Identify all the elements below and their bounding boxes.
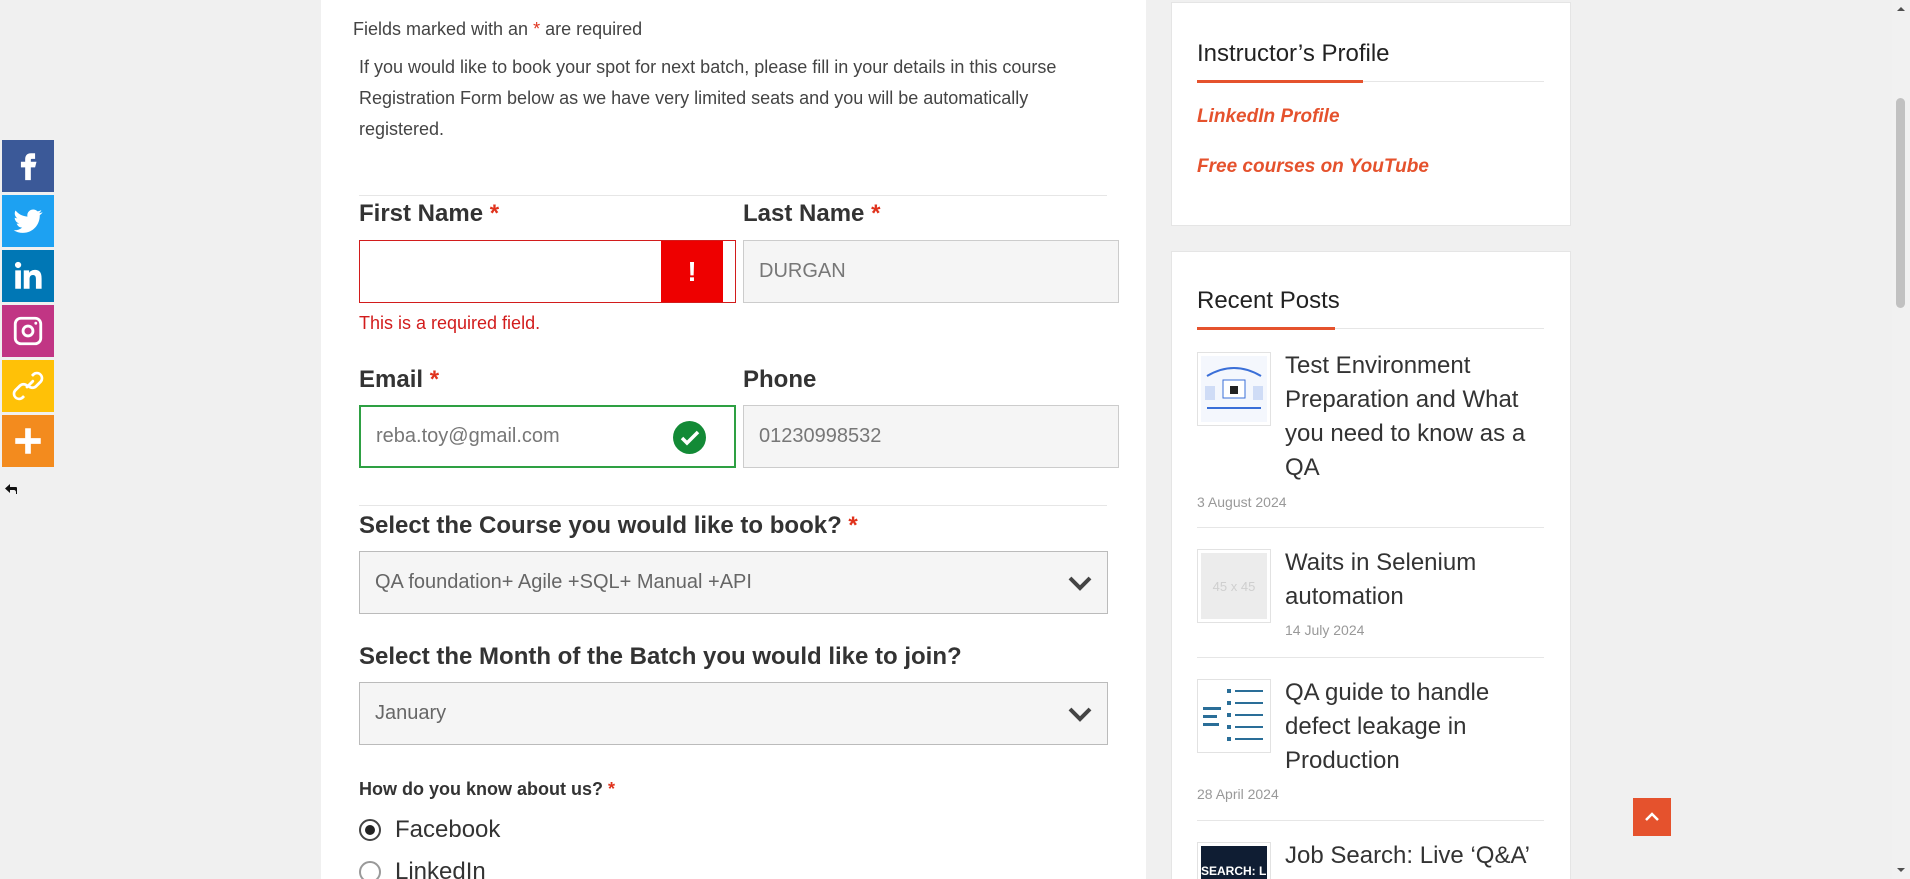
linkedin-icon [14,261,42,289]
first-name-input[interactable]: ! [359,240,736,303]
registration-form-panel: Fields marked with an * are required If … [321,0,1146,879]
facebook-icon [20,153,37,181]
last-name-value: DURGAN [759,260,846,282]
required-star: * [608,779,616,799]
last-name-input[interactable]: DURGAN [743,240,1119,303]
first-name-error-message: This is a required field. [359,313,541,333]
month-label-text: Select the Month of the Batch you would … [359,643,962,670]
post-title-link[interactable]: Test Environment Preparation and What yo… [1285,349,1545,485]
first-name-label-text: First Name [359,200,484,227]
radio-button-checked[interactable] [359,819,381,841]
scroll-up-arrow-icon[interactable] [1896,4,1906,14]
course-label: Select the Course you would like to book… [359,512,858,540]
phone-label: Phone [743,366,816,394]
widget-title: Recent Posts [1197,287,1340,314]
course-select[interactable]: QA foundation+ Agile +SQL+ Manual +API [359,551,1108,614]
error-icon: ! [661,241,723,302]
title-accent [1197,80,1363,83]
plus-icon [15,428,41,454]
required-star: * [871,200,881,227]
hand-pointer-icon [5,484,17,494]
widget-title: Instructor’s Profile [1197,40,1390,67]
radio-label: LinkedIn [395,858,486,879]
source-label: How do you know about us? * [359,779,615,800]
title-accent [1197,327,1335,330]
post-thumbnail[interactable]: SEARCH: LI [1197,842,1271,879]
phone-value: 01230998532 [759,425,882,447]
post-title-link[interactable]: Job Search: Live ‘Q&A’ [1285,839,1545,873]
instagram-share-button[interactable] [2,305,54,357]
post-thumbnail[interactable] [1197,352,1271,426]
scrollbar-thumb[interactable] [1896,98,1905,308]
post-date: 28 April 2024 [1197,786,1279,802]
required-star: * [429,366,440,393]
youtube-courses-link[interactable]: Free courses on YouTube [1197,156,1429,178]
twitter-icon [13,209,43,233]
source-label-text: How do you know about us? [359,779,603,799]
social-share-bar [2,140,54,470]
linkedin-profile-link[interactable]: LinkedIn Profile [1197,106,1340,128]
check-icon [673,421,706,454]
twitter-share-button[interactable] [2,195,54,247]
radio-label: Facebook [395,816,501,843]
post-date: 14 July 2024 [1285,622,1365,638]
back-to-top-button[interactable] [1633,798,1671,836]
required-fields-note: Fields marked with an * are required [353,19,642,40]
copy-link-button[interactable] [2,360,54,412]
last-name-label-text: Last Name [743,200,865,227]
post-separator [1197,527,1544,528]
email-input[interactable]: reba.toy@gmail.com [359,405,736,468]
required-star: * [533,19,541,39]
post-separator [1197,657,1544,658]
diagram-thumbnail-image [1201,683,1267,749]
vertical-scrollbar[interactable] [1892,0,1910,879]
month-select[interactable]: January [359,682,1108,745]
hide-share-bar-button[interactable] [2,480,20,498]
post-date: 3 August 2024 [1197,494,1287,510]
divider [359,505,1107,506]
email-label: Email * [359,366,439,394]
phone-input[interactable]: 01230998532 [743,405,1119,468]
linkedin-share-button[interactable] [2,250,54,302]
phone-label-text: Phone [743,366,817,393]
link-icon [12,371,44,401]
post-title-link[interactable]: Waits in Selenium automation [1285,546,1545,614]
email-label-text: Email [359,366,424,393]
chevron-down-icon [1068,576,1092,591]
post-thumbnail[interactable] [1197,679,1271,753]
recent-posts-widget: Recent Posts Test Environment Preparatio… [1171,251,1571,879]
chevron-up-icon [1645,812,1659,821]
required-star: * [489,200,500,227]
facebook-share-button[interactable] [2,140,54,192]
instagram-icon [13,316,43,346]
chevron-down-icon [1068,707,1092,722]
job-search-thumbnail-image: SEARCH: LI [1201,846,1267,879]
required-note-suffix: are required [545,19,643,39]
divider [359,195,1107,196]
required-note-prefix: Fields marked with an [353,19,529,39]
diagram-thumbnail-image [1201,356,1267,422]
month-selected-value: January [375,702,447,724]
post-thumbnail[interactable]: 45 x 45 [1197,549,1271,623]
email-value: reba.toy@gmail.com [376,425,560,447]
radio-option-facebook[interactable]: Facebook [359,816,500,844]
required-star: * [848,512,858,539]
scroll-down-arrow-icon[interactable] [1896,865,1906,875]
instructor-profile-widget: Instructor’s Profile LinkedIn Profile Fr… [1171,2,1571,226]
last-name-label: Last Name * [743,200,880,228]
radio-option-linkedin[interactable]: LinkedIn [359,858,486,879]
more-share-button[interactable] [2,415,54,467]
month-label: Select the Month of the Batch you would … [359,643,962,671]
radio-button[interactable] [359,861,381,879]
form-intro-text: If you would like to book your spot for … [359,57,1057,139]
post-separator [1197,820,1544,821]
course-label-text: Select the Course you would like to book… [359,512,842,539]
placeholder-thumbnail-image: 45 x 45 [1201,553,1267,619]
first-name-label: First Name * [359,200,499,228]
course-selected-value: QA foundation+ Agile +SQL+ Manual +API [375,571,752,593]
post-title-link[interactable]: QA guide to handle defect leakage in Pro… [1285,676,1545,778]
